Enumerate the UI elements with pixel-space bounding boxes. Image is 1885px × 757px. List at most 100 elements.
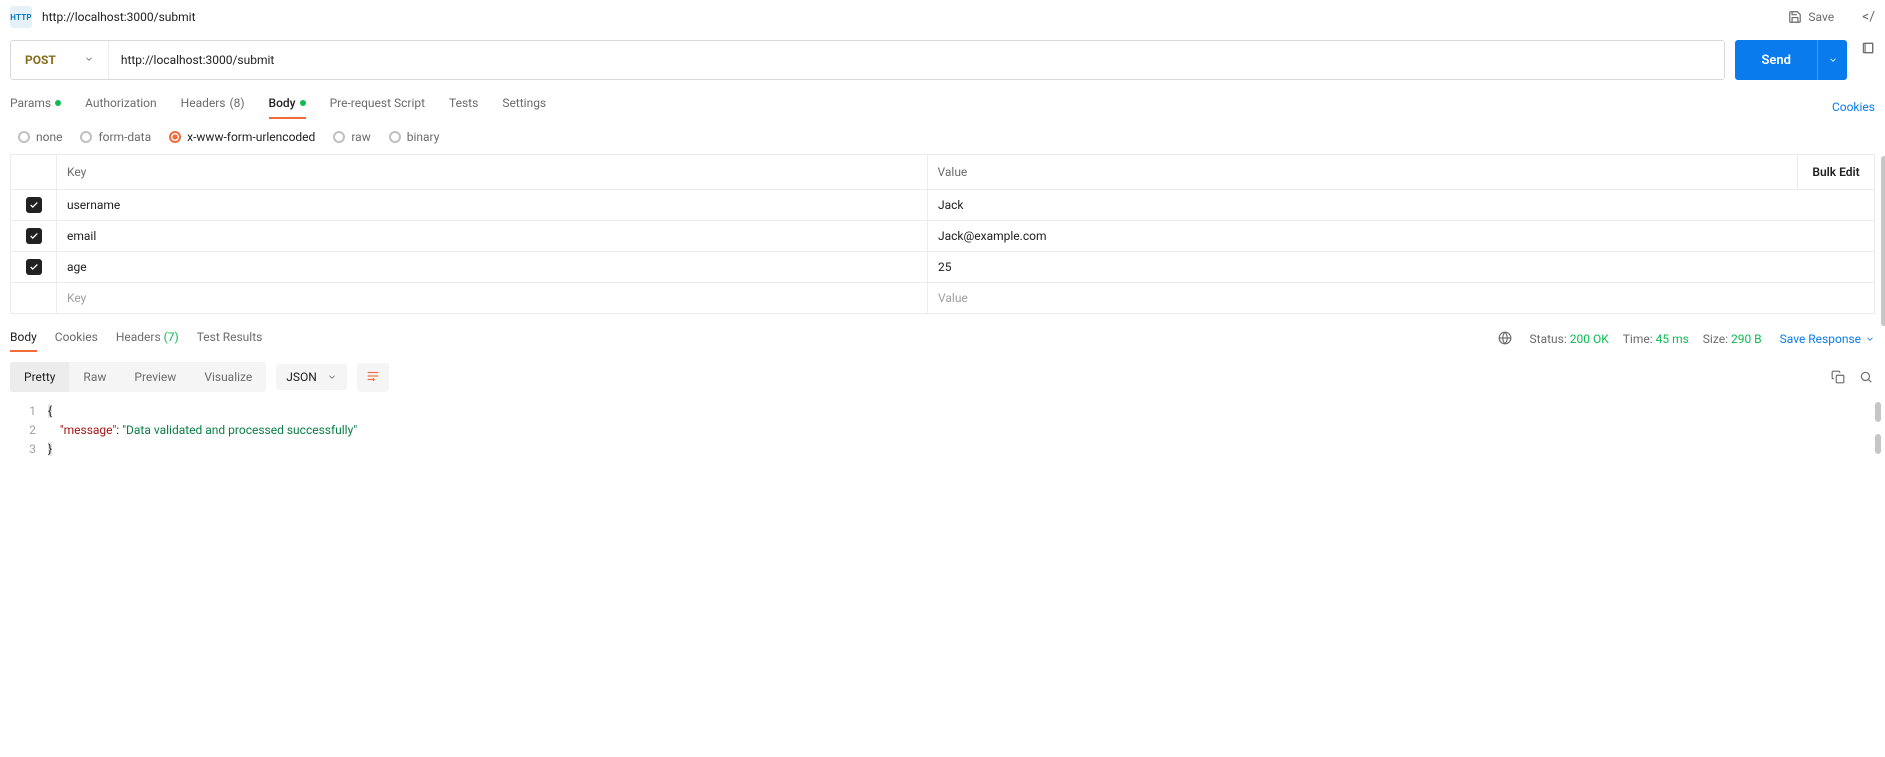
tab-label: Settings xyxy=(502,96,546,110)
response-code-area[interactable]: 123 { "message": "Data validated and pro… xyxy=(0,398,1885,479)
kv-value-cell[interactable]: Jack xyxy=(928,190,1798,220)
size-label: Size: xyxy=(1703,332,1728,346)
tab-tests[interactable]: Tests xyxy=(449,96,478,118)
send-button-group: Send xyxy=(1735,40,1847,80)
response-meta: Status: 200 OK Time: 45 ms Size: 290 B xyxy=(1530,332,1762,346)
kv-value-cell[interactable]: 25 xyxy=(928,252,1798,282)
size-value: 290 B xyxy=(1731,332,1762,346)
resp-tab-headers[interactable]: Headers (7) xyxy=(116,330,179,348)
scrollbar[interactable] xyxy=(1881,156,1885,326)
tab-body[interactable]: Body xyxy=(269,96,306,118)
save-response-button[interactable]: Save Response xyxy=(1780,332,1875,346)
format-select[interactable]: JSON xyxy=(276,364,347,390)
tab-label: Tests xyxy=(449,96,478,110)
checkbox-icon[interactable] xyxy=(26,259,42,275)
table-row: age 25 xyxy=(11,252,1874,283)
code-token: "Data validated and processed successful… xyxy=(122,423,357,437)
tab-params[interactable]: Params xyxy=(10,96,61,118)
kv-key-cell[interactable]: email xyxy=(57,221,928,251)
status-label: Status: xyxy=(1530,332,1567,346)
kv-key-cell[interactable]: age xyxy=(57,252,928,282)
checkbox-icon[interactable] xyxy=(26,197,42,213)
table-row-empty: Key Value xyxy=(11,283,1874,313)
radio-icon xyxy=(389,131,401,143)
time-label: Time: xyxy=(1623,332,1653,346)
view-mode-tabs: Pretty Raw Preview Visualize xyxy=(10,362,266,392)
view-tab-visualize[interactable]: Visualize xyxy=(190,362,266,392)
kv-header-value: Value xyxy=(928,155,1799,189)
globe-icon[interactable] xyxy=(1498,331,1512,348)
tab-count: (8) xyxy=(230,96,245,110)
view-tab-raw[interactable]: Raw xyxy=(69,362,120,392)
radio-label: binary xyxy=(407,130,440,144)
radio-icon xyxy=(80,131,92,143)
send-label: Send xyxy=(1761,53,1791,68)
cookies-link[interactable]: Cookies xyxy=(1832,100,1875,114)
scrollbar[interactable] xyxy=(1875,402,1881,422)
format-label: JSON xyxy=(286,370,317,384)
radio-label: none xyxy=(36,130,62,144)
radio-raw[interactable]: raw xyxy=(333,130,370,144)
radio-binary[interactable]: binary xyxy=(389,130,440,144)
code-token: { xyxy=(48,404,52,418)
url-input[interactable] xyxy=(109,41,1725,79)
tab-headers[interactable]: Headers (8) xyxy=(181,96,245,118)
radio-none[interactable]: none xyxy=(18,130,62,144)
resp-tab-cookies[interactable]: Cookies xyxy=(55,330,98,348)
kv-key-cell[interactable]: username xyxy=(57,190,928,220)
chevron-down-icon xyxy=(327,372,337,382)
method-url-bar: POST xyxy=(10,40,1725,80)
http-method-select[interactable]: POST xyxy=(11,41,109,79)
kv-value-cell[interactable]: Jack@example.com xyxy=(928,221,1798,251)
kv-table: Key Value Bulk Edit username Jack email … xyxy=(10,154,1875,314)
save-icon xyxy=(1788,10,1802,24)
view-tab-pretty[interactable]: Pretty xyxy=(10,362,69,392)
save-response-label: Save Response xyxy=(1780,332,1861,346)
radio-label: x-www-form-urlencoded xyxy=(187,130,315,144)
radio-urlencoded[interactable]: x-www-form-urlencoded xyxy=(169,130,315,144)
dot-indicator-icon xyxy=(300,100,306,106)
tab-label: Authorization xyxy=(85,96,157,110)
resp-tab-body[interactable]: Body xyxy=(10,330,37,348)
kv-header-key: Key xyxy=(57,155,928,189)
code-token: } xyxy=(48,442,52,456)
tab-settings[interactable]: Settings xyxy=(502,96,546,118)
radio-form-data[interactable]: form-data xyxy=(80,130,151,144)
kv-key-placeholder[interactable]: Key xyxy=(57,283,928,313)
code-icon[interactable]: </ xyxy=(1862,9,1875,25)
copy-icon[interactable] xyxy=(1829,368,1847,386)
save-button[interactable]: Save xyxy=(1780,6,1842,28)
radio-icon xyxy=(169,131,181,143)
radio-label: form-data xyxy=(98,130,151,144)
radio-label: raw xyxy=(351,130,370,144)
view-tab-preview[interactable]: Preview xyxy=(120,362,190,392)
radio-icon xyxy=(333,131,345,143)
wrap-lines-button[interactable] xyxy=(357,363,389,392)
table-row: username Jack xyxy=(11,190,1874,221)
time-value: 45 ms xyxy=(1656,332,1689,346)
chevron-down-icon xyxy=(1865,334,1875,344)
checkbox-icon[interactable] xyxy=(26,228,42,244)
status-value: 200 OK xyxy=(1570,332,1609,346)
expand-icon[interactable] xyxy=(1861,40,1875,80)
table-row: email Jack@example.com xyxy=(11,221,1874,252)
request-tab-title: http://localhost:3000/submit xyxy=(42,10,196,24)
line-gutter: 123 xyxy=(0,402,48,459)
search-icon[interactable] xyxy=(1857,368,1875,386)
tab-label: Body xyxy=(269,96,296,110)
dot-indicator-icon xyxy=(55,100,61,106)
tab-label: Pre-request Script xyxy=(330,96,425,110)
tab-label: Headers xyxy=(116,330,161,344)
send-dropdown[interactable] xyxy=(1817,40,1847,80)
tab-prerequest[interactable]: Pre-request Script xyxy=(330,96,425,118)
tab-authorization[interactable]: Authorization xyxy=(85,96,157,118)
bulk-edit-button[interactable]: Bulk Edit xyxy=(1798,155,1874,189)
code-token: "message" xyxy=(60,423,116,437)
send-button[interactable]: Send xyxy=(1735,40,1817,80)
radio-icon xyxy=(18,131,30,143)
http-method-label: POST xyxy=(25,53,56,67)
scrollbar[interactable] xyxy=(1875,434,1881,454)
kv-value-placeholder[interactable]: Value xyxy=(928,283,1798,313)
tab-count: (7) xyxy=(164,330,179,344)
resp-tab-test-results[interactable]: Test Results xyxy=(197,330,263,348)
